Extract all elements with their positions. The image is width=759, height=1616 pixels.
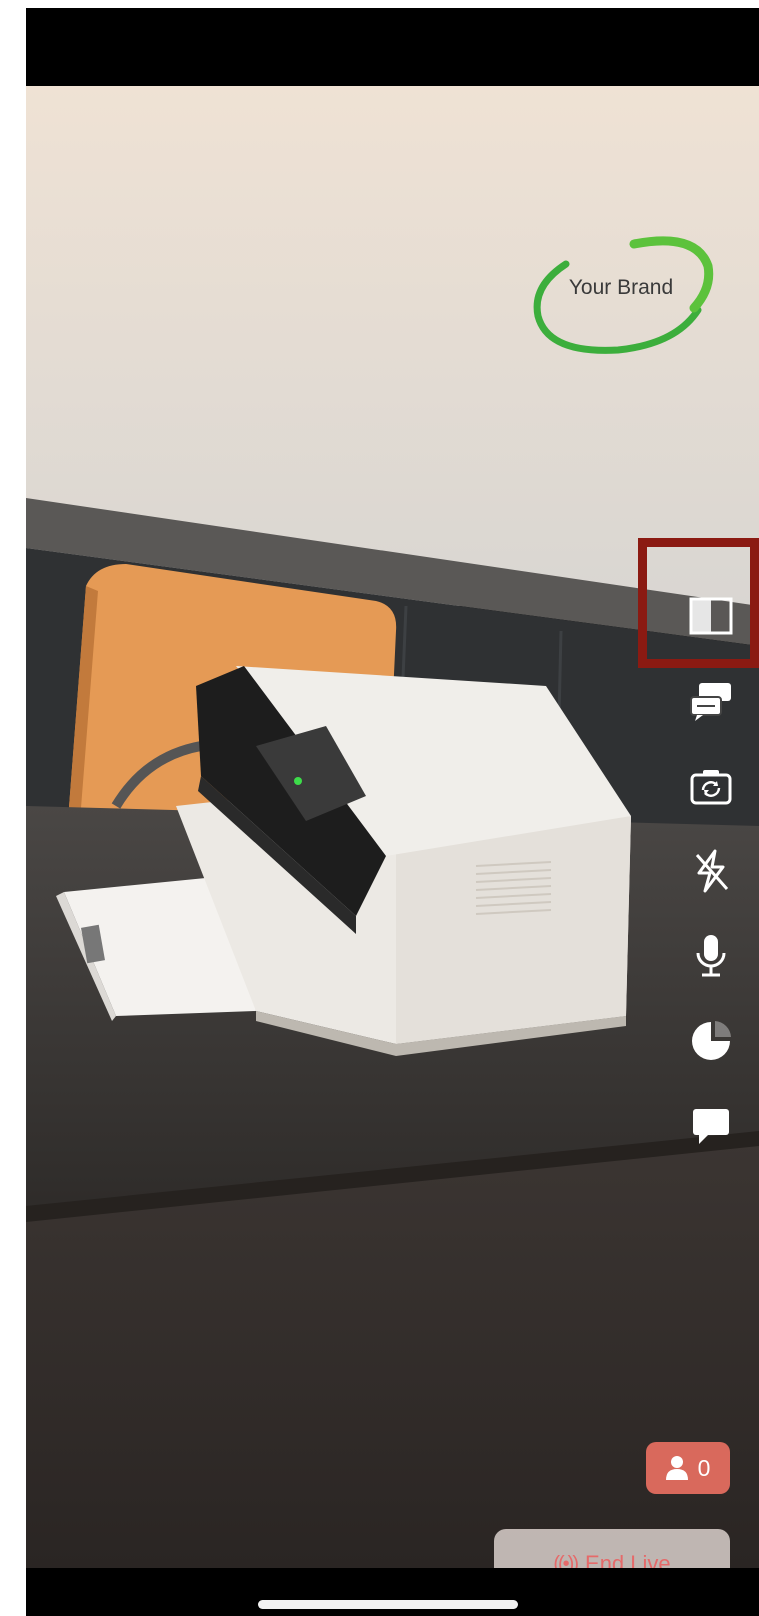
camera-preview: Your Brand 0 ((•)) End Live xyxy=(26,86,759,1568)
comment-button[interactable] xyxy=(676,1101,746,1151)
comment-icon xyxy=(693,1109,729,1144)
selection-highlight xyxy=(638,538,759,668)
timer-pie-icon xyxy=(692,1021,731,1060)
end-live-button[interactable]: ((•)) End Live xyxy=(494,1529,730,1568)
flash-off-icon xyxy=(695,849,729,893)
brand-text: Your Brand xyxy=(568,276,674,299)
home-indicator[interactable] xyxy=(258,1600,518,1609)
broadcast-icon: ((•)) xyxy=(553,1552,579,1569)
viewer-count-badge: 0 xyxy=(646,1442,730,1494)
microphone-button[interactable] xyxy=(676,931,746,981)
chat-toggle-button[interactable] xyxy=(676,676,746,726)
timer-button[interactable] xyxy=(676,1016,746,1066)
microphone-icon xyxy=(696,935,726,977)
camera-switch-icon xyxy=(690,770,732,805)
switch-camera-button[interactable] xyxy=(676,761,746,811)
status-bar xyxy=(26,8,759,86)
viewer-count: 0 xyxy=(697,1454,711,1481)
person-icon xyxy=(665,1456,688,1480)
end-live-label: End Live xyxy=(585,1551,671,1568)
flash-toggle-button[interactable] xyxy=(676,846,746,896)
chat-toggle-icon xyxy=(690,683,731,721)
brand-logo: Your Brand xyxy=(526,226,716,366)
phone-screen: Your Brand 0 ((•)) End Live xyxy=(26,8,759,1616)
